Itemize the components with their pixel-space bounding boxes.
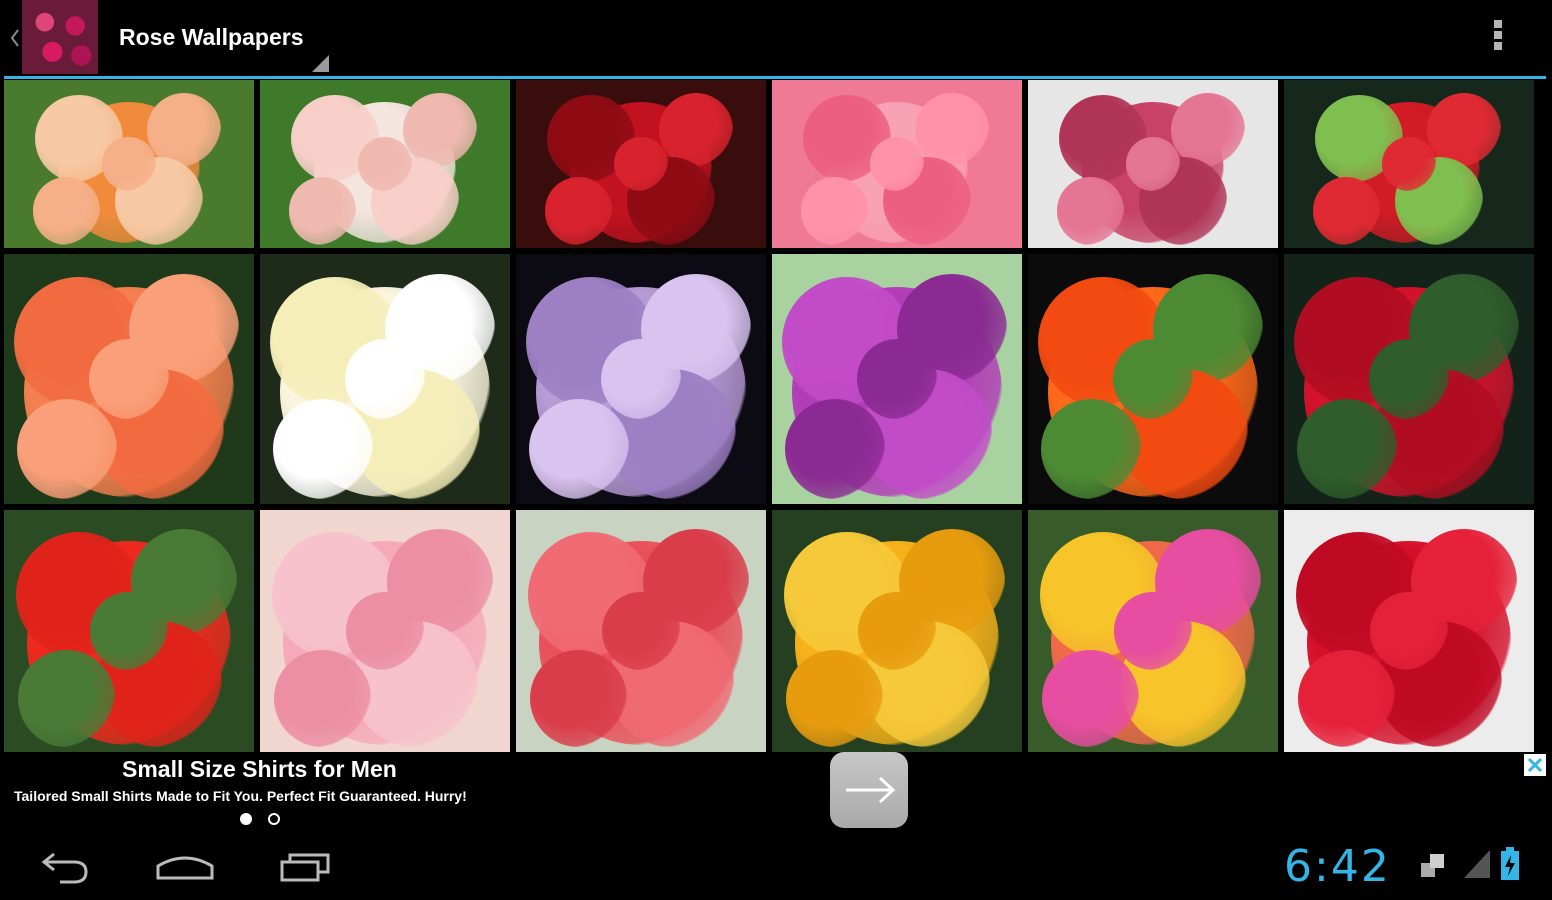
rose-bloom <box>18 650 115 748</box>
app-logo[interactable] <box>22 0 98 74</box>
rose-bloom <box>274 650 371 748</box>
wallpaper-thumbnail[interactable] <box>4 80 254 248</box>
rose-bloom <box>1312 177 1381 245</box>
app-title[interactable]: Rose Wallpapers <box>119 24 303 51</box>
battery-charging-icon <box>1501 847 1519 880</box>
rose-bloom <box>784 399 885 499</box>
rose-bloom <box>870 137 924 191</box>
rose-bloom <box>528 399 629 499</box>
page-dot-active <box>240 813 252 825</box>
wallpaper-thumbnail[interactable] <box>1284 80 1534 248</box>
rose-bloom <box>358 137 412 191</box>
ad-go-button[interactable] <box>830 752 908 828</box>
rose-bloom <box>1126 137 1180 191</box>
rose-bloom <box>858 592 936 670</box>
rose-bloom <box>786 650 883 748</box>
rose-bloom <box>272 399 373 499</box>
rose-bloom <box>345 339 425 419</box>
rose-bloom <box>1427 93 1501 168</box>
rose-bloom <box>89 339 169 419</box>
ad-title[interactable]: Small Size Shirts for Men <box>122 756 397 783</box>
page-dot <box>268 813 280 825</box>
overflow-menu-icon[interactable] <box>1484 20 1512 56</box>
wallpaper-thumbnail[interactable] <box>1028 254 1278 504</box>
ad-page-indicator <box>240 812 296 830</box>
action-bar-divider <box>4 76 1546 79</box>
wallpaper-thumbnail[interactable] <box>1284 510 1534 752</box>
rose-bloom <box>915 93 989 168</box>
rose-bloom <box>1382 137 1436 191</box>
rose-bloom <box>1040 399 1141 499</box>
rose-bloom <box>857 339 937 419</box>
back-icon[interactable] <box>36 848 92 888</box>
rose-bloom <box>16 399 117 499</box>
rose-bloom <box>1042 650 1139 748</box>
rose-bloom <box>90 592 168 670</box>
rose-bloom <box>1298 650 1395 748</box>
wallpaper-grid <box>4 80 1536 752</box>
title-spinner-indicator <box>312 55 329 72</box>
wallpaper-thumbnail[interactable] <box>1284 254 1534 504</box>
home-icon[interactable] <box>154 848 216 888</box>
recent-apps-icon[interactable] <box>278 848 336 888</box>
arrow-right-icon <box>846 776 896 804</box>
rose-bloom <box>1369 339 1449 419</box>
rose-bloom <box>346 592 424 670</box>
rose-bloom <box>602 592 680 670</box>
wallpaper-thumbnail[interactable] <box>4 254 254 504</box>
rose-bloom <box>601 339 681 419</box>
wallpaper-thumbnail[interactable] <box>516 80 766 248</box>
rose-bloom <box>800 177 869 245</box>
rose-bloom <box>614 137 668 191</box>
wallpaper-thumbnail[interactable] <box>1028 510 1278 752</box>
rose-bloom <box>659 93 733 168</box>
sync-icon <box>1421 854 1444 877</box>
status-clock[interactable]: 6:42 <box>1284 841 1391 892</box>
rose-bloom <box>1370 592 1448 670</box>
wallpaper-thumbnail[interactable] <box>260 510 510 752</box>
wallpaper-thumbnail[interactable] <box>516 510 766 752</box>
rose-bloom <box>1114 592 1192 670</box>
wallpaper-thumbnail[interactable] <box>516 254 766 504</box>
ad-banner[interactable]: Small Size Shirts for Men Tailored Small… <box>4 752 1546 840</box>
ad-choices-icon[interactable] <box>1524 754 1546 776</box>
ad-description[interactable]: Tailored Small Shirts Made to Fit You. P… <box>14 788 467 804</box>
rose-bloom <box>1113 339 1193 419</box>
wallpaper-thumbnail[interactable] <box>1028 80 1278 248</box>
wallpaper-thumbnail[interactable] <box>4 510 254 752</box>
action-bar: Rose Wallpapers <box>0 0 1552 79</box>
wallpaper-thumbnail[interactable] <box>260 254 510 504</box>
rose-bloom <box>544 177 613 245</box>
rose-bloom <box>1056 177 1125 245</box>
wallpaper-thumbnail[interactable] <box>772 510 1022 752</box>
rose-bloom <box>147 93 221 168</box>
rose-bloom <box>530 650 627 748</box>
up-caret-icon[interactable] <box>10 28 20 48</box>
wallpaper-thumbnail[interactable] <box>260 80 510 248</box>
rose-bloom <box>403 93 477 168</box>
wallpaper-thumbnail[interactable] <box>772 80 1022 248</box>
wallpaper-thumbnail[interactable] <box>772 254 1022 504</box>
signal-icon <box>1464 850 1490 878</box>
rose-bloom <box>1171 93 1245 168</box>
rose-bloom <box>102 137 156 191</box>
rose-bloom <box>288 177 357 245</box>
rose-bloom <box>32 177 101 245</box>
system-nav-bar: 6:42 <box>0 840 1552 900</box>
rose-bloom <box>1296 399 1397 499</box>
